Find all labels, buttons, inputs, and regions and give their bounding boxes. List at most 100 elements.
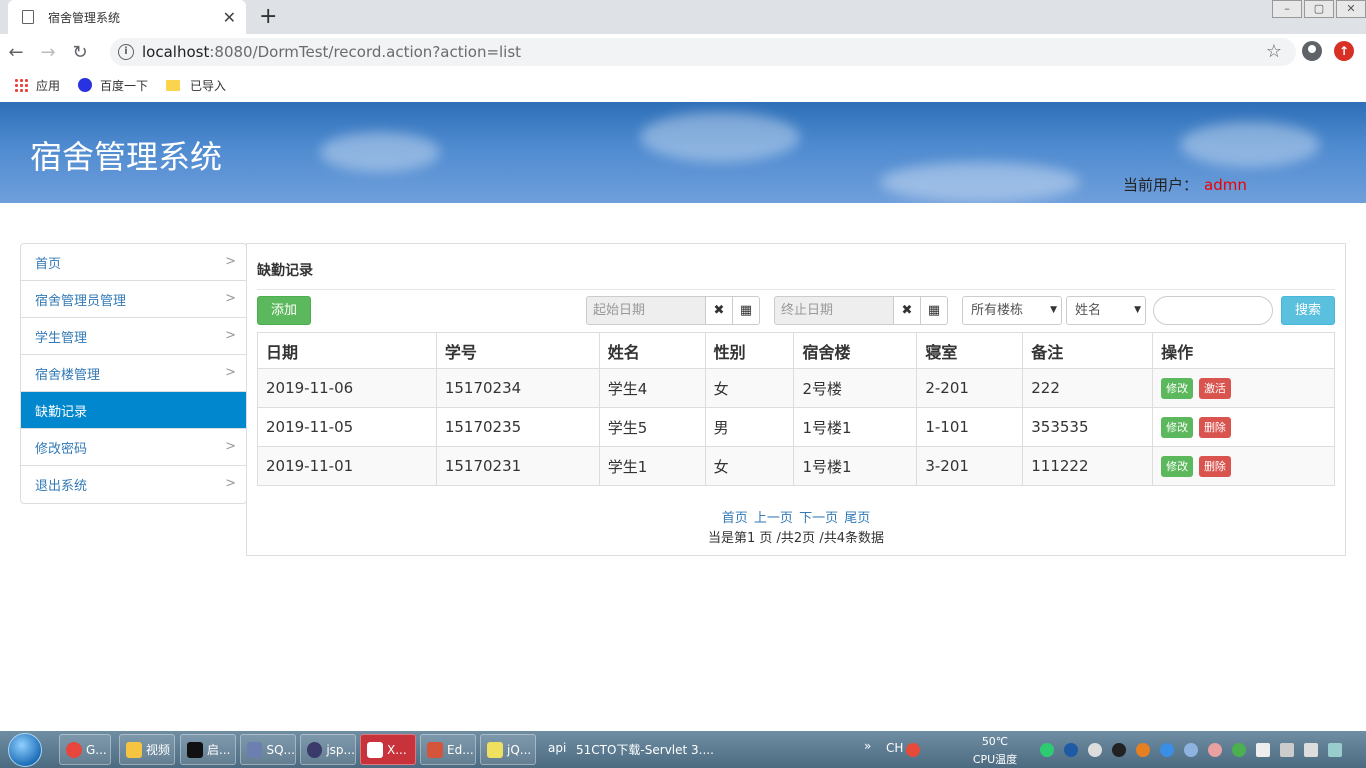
tray-app-icon[interactable] bbox=[1160, 743, 1174, 757]
next-page-link[interactable]: 下一页 bbox=[799, 511, 838, 526]
bookmark-baidu[interactable]: 百度一下 bbox=[78, 77, 148, 94]
taskbar-video-folder[interactable]: 视频 bbox=[119, 734, 175, 765]
active-window-title[interactable]: 51CTO下载-Servlet 3.... bbox=[576, 741, 714, 758]
qq-icon[interactable] bbox=[1112, 743, 1126, 757]
taskbar-jsp[interactable]: jsp... bbox=[300, 734, 356, 765]
sidebar-item-label: 学生管理 bbox=[35, 330, 88, 346]
first-page-link[interactable]: 首页 bbox=[722, 511, 748, 526]
main-panel: 缺勤记录 添加 起始日期 ✖ ▦ 终止日期 ✖ ▦ 所有楼栋 ▼ 姓名 ▼ 搜索… bbox=[246, 243, 1346, 556]
task-label: jsp... bbox=[326, 742, 355, 757]
search-button[interactable]: 搜索 bbox=[1281, 296, 1335, 325]
sidebar-item-dorm-admin[interactable]: 宿舍管理员管理 > bbox=[21, 281, 246, 318]
taskbar-jquery[interactable]: jQ... bbox=[480, 734, 536, 765]
taskbar-cmd[interactable]: 启... bbox=[180, 734, 236, 765]
bookmark-label: 应用 bbox=[36, 78, 61, 93]
cpu-temp-label: CPU温度 bbox=[972, 753, 1018, 766]
tray-app-icon[interactable] bbox=[1184, 743, 1198, 757]
chevron-right-icon: > bbox=[225, 328, 236, 343]
column-header: 备注 bbox=[1022, 332, 1154, 369]
end-date-input[interactable]: 终止日期 bbox=[774, 296, 894, 325]
taskbar-sql[interactable]: SQ... bbox=[240, 734, 296, 765]
volume-icon[interactable] bbox=[1304, 743, 1318, 757]
show-more-icon[interactable]: » bbox=[864, 739, 871, 753]
clear-icon[interactable]: ✖ bbox=[706, 296, 733, 325]
taskbar-xmind[interactable]: X... bbox=[360, 734, 416, 765]
edit-button[interactable]: 修改 bbox=[1161, 455, 1194, 477]
browser-toolbar: ← → ↻ i localhost:8080/DormTest/record.a… bbox=[0, 34, 1366, 70]
sidebar-item-buildings[interactable]: 宿舍楼管理 > bbox=[21, 355, 246, 392]
building-select[interactable]: 所有楼栋 ▼ bbox=[962, 296, 1062, 325]
divider bbox=[257, 289, 1335, 290]
field-select-value: 姓名 bbox=[1075, 303, 1102, 318]
bookmark-star-icon[interactable]: ☆ bbox=[1266, 41, 1282, 62]
signal-icon[interactable] bbox=[1280, 743, 1294, 757]
back-arrow-icon[interactable]: ← bbox=[0, 42, 32, 63]
start-button[interactable] bbox=[8, 733, 42, 767]
security-icon[interactable] bbox=[1232, 743, 1246, 757]
start-date-input[interactable]: 起始日期 bbox=[586, 296, 706, 325]
prev-page-link[interactable]: 上一页 bbox=[754, 511, 793, 526]
delete-button[interactable]: 删除 bbox=[1198, 455, 1231, 477]
display-icon[interactable] bbox=[1328, 743, 1342, 757]
building-select-value: 所有楼栋 bbox=[971, 303, 1024, 318]
calendar-icon[interactable]: ▦ bbox=[733, 296, 760, 325]
column-header: 性别 bbox=[704, 332, 795, 369]
clear-icon[interactable]: ✖ bbox=[894, 296, 921, 325]
bookmark-apps[interactable]: 应用 bbox=[14, 77, 60, 94]
forward-arrow-icon[interactable]: → bbox=[32, 42, 64, 63]
sidebar-nav: 首页> 宿舍管理员管理> 学生管理> 宿舍楼管理> 缺勤记录> 修改密码> 退出… bbox=[20, 243, 247, 504]
edit-button[interactable]: 修改 bbox=[1161, 377, 1194, 399]
extension-icon[interactable]: ↑ bbox=[1334, 41, 1354, 61]
sogou-icon[interactable] bbox=[906, 743, 920, 757]
new-tab-button[interactable]: + bbox=[259, 4, 277, 30]
taskbar-editor[interactable]: Ed... bbox=[420, 734, 476, 765]
task-label: 启... bbox=[207, 743, 231, 757]
taskbar-chrome[interactable]: G... bbox=[59, 734, 111, 765]
records-table: 日期 学号 姓名 性别 宿舍楼 寝室 备注 操作 2019-11-06 1517… bbox=[257, 332, 1335, 486]
close-tab-icon[interactable]: ✕ bbox=[223, 8, 236, 27]
maximize-button[interactable]: ▢ bbox=[1304, 0, 1334, 18]
cell-sex: 女 bbox=[704, 368, 795, 408]
reload-icon[interactable]: ↻ bbox=[64, 42, 96, 63]
last-page-link[interactable]: 尾页 bbox=[844, 511, 870, 526]
ime-indicator[interactable]: CH bbox=[886, 741, 903, 755]
profile-icon[interactable] bbox=[1302, 41, 1322, 61]
calendar-icon[interactable]: ▦ bbox=[921, 296, 948, 325]
bluetooth-icon[interactable] bbox=[1064, 743, 1078, 757]
tray-app-icon[interactable] bbox=[1136, 743, 1150, 757]
address-bar[interactable]: i localhost:8080/DormTest/record.action?… bbox=[110, 38, 1296, 66]
activate-button[interactable]: 激活 bbox=[1198, 377, 1231, 399]
edit-button[interactable]: 修改 bbox=[1161, 416, 1194, 438]
column-header: 宿舍楼 bbox=[793, 332, 918, 369]
close-window-button[interactable]: ✕ bbox=[1336, 0, 1366, 18]
sidebar-item-label: 修改密码 bbox=[35, 441, 88, 457]
tray-app-icon[interactable] bbox=[1208, 743, 1222, 757]
field-select[interactable]: 姓名 ▼ bbox=[1066, 296, 1146, 325]
sidebar-item-absence-records[interactable]: 缺勤记录> bbox=[21, 392, 246, 429]
sidebar-item-logout[interactable]: 退出系统 > bbox=[21, 466, 246, 503]
cell-name: 学生1 bbox=[598, 446, 706, 486]
sidebar-item-students[interactable]: 学生管理 > bbox=[21, 318, 246, 355]
usb-icon[interactable] bbox=[1256, 743, 1270, 757]
search-input[interactable] bbox=[1153, 296, 1273, 325]
sidebar-item-change-password[interactable]: 修改密码 > bbox=[21, 429, 246, 466]
chevron-right-icon: > bbox=[225, 365, 236, 380]
minimize-button[interactable]: – bbox=[1272, 0, 1302, 18]
task-label: SQ... bbox=[266, 742, 295, 757]
info-icon[interactable]: i bbox=[118, 44, 134, 60]
add-button[interactable]: 添加 bbox=[257, 296, 311, 325]
task-label: Ed... bbox=[447, 742, 474, 757]
browser-tab[interactable]: 宿舍管理系统 ✕ bbox=[8, 0, 246, 34]
eclipse-icon bbox=[307, 741, 323, 758]
bookmark-imported[interactable]: 已导入 bbox=[166, 77, 226, 94]
delete-button[interactable]: 删除 bbox=[1198, 416, 1231, 438]
tray-app-icon[interactable] bbox=[1088, 743, 1102, 757]
terminal-icon bbox=[187, 741, 203, 758]
windows-taskbar: G... 视频 启... SQ... jsp... X... Ed... jQ.… bbox=[0, 731, 1366, 768]
cell-date: 2019-11-06 bbox=[257, 368, 437, 408]
table-header-row: 日期 学号 姓名 性别 宿舍楼 寝室 备注 操作 bbox=[257, 332, 1335, 369]
sidebar-item-label: 宿舍管理员管理 bbox=[35, 293, 127, 309]
network-icon[interactable] bbox=[1040, 743, 1054, 757]
sidebar-item-home[interactable]: 首页 > bbox=[21, 244, 246, 281]
bookmarks-bar: 应用 百度一下 已导入 bbox=[0, 70, 1366, 100]
